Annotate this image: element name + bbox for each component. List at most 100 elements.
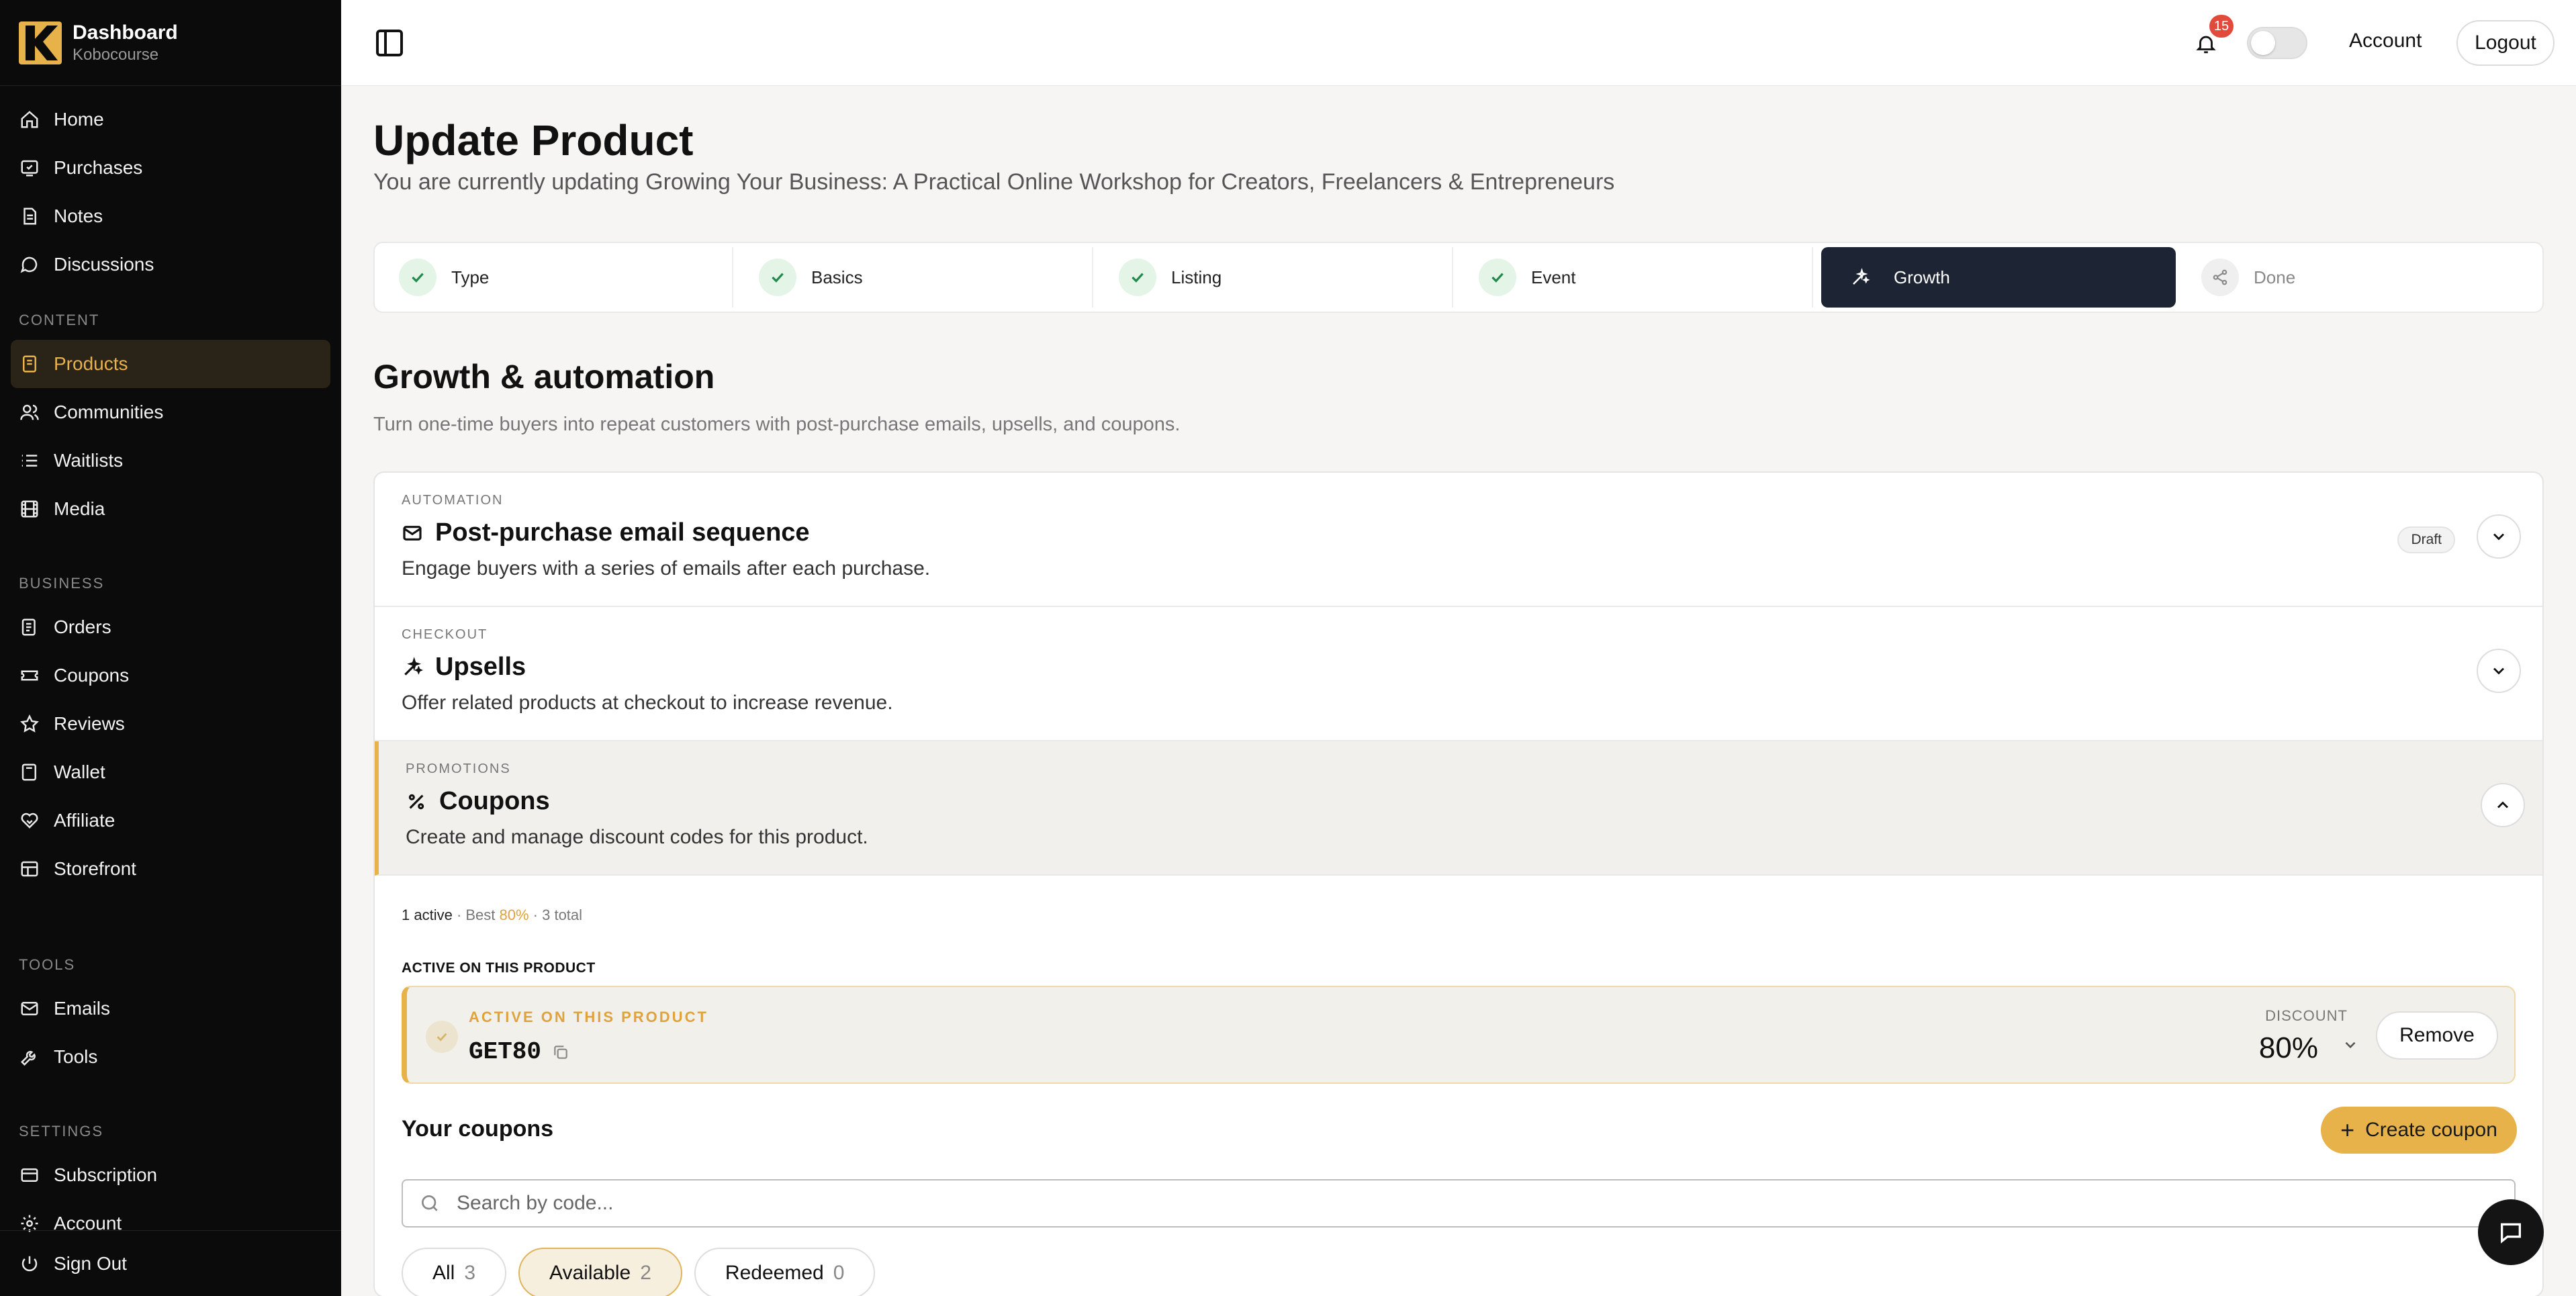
sidebar-item-label: Waitlists <box>54 450 124 471</box>
kobocourse-logo <box>19 21 62 64</box>
sidebar-item-coupons[interactable]: Coupons <box>0 651 341 700</box>
discount-label: DISCOUNT <box>2265 1007 2348 1024</box>
step-type[interactable]: Type <box>379 247 733 308</box>
sidebar-item-tools[interactable]: Tools <box>0 1033 341 1081</box>
purchases-icon <box>19 157 40 179</box>
brand[interactable]: Dashboard Kobocourse <box>0 0 341 86</box>
filter-count: 2 <box>640 1262 651 1284</box>
step-label: Listing <box>1171 267 1222 287</box>
chevron-up-icon <box>2497 801 2508 808</box>
sidebar-item-media[interactable]: Media <box>0 485 341 533</box>
sidebar-item-products[interactable]: Products <box>11 340 330 388</box>
sidebar-item-label: Coupons <box>54 665 130 686</box>
step-done[interactable]: Done <box>2181 247 2536 308</box>
accordion-title: Post-purchase email sequence <box>435 518 810 547</box>
section-subtitle: Turn one-time buyers into repeat custome… <box>373 414 1181 435</box>
wrench-icon <box>19 1046 40 1068</box>
coupon-code-wrap: GET80 <box>469 1038 569 1066</box>
sidebar-item-orders[interactable]: Orders <box>0 603 341 651</box>
expand-button[interactable] <box>2477 514 2521 559</box>
sidebar-item-label: Purchases <box>54 157 143 178</box>
orders-icon <box>19 616 40 638</box>
remove-button[interactable]: Remove <box>2376 1011 2498 1060</box>
sidebar-toggle-icon[interactable] <box>373 27 406 59</box>
step-event[interactable]: Event <box>1459 247 1813 308</box>
sidebar-item-subscription[interactable]: Subscription <box>0 1151 341 1199</box>
coupon-stats: 1 active · Best 80% · 3 total <box>402 907 582 924</box>
list-icon <box>19 450 40 471</box>
search-icon <box>422 1195 438 1211</box>
step-listing[interactable]: Listing <box>1099 247 1453 308</box>
copy-icon[interactable] <box>552 1044 569 1061</box>
create-coupon-label: Create coupon <box>2365 1119 2497 1141</box>
film-icon <box>19 498 40 520</box>
filter-redeemed[interactable]: Redeemed 0 <box>694 1248 876 1296</box>
users-icon <box>19 402 40 423</box>
sidebar-item-label: Communities <box>54 402 164 422</box>
chat-button[interactable] <box>2478 1199 2544 1265</box>
sidebar-item-label: Media <box>54 498 105 519</box>
collapse-button[interactable] <box>2481 783 2525 827</box>
active-card-label: ACTIVE ON THIS PRODUCT <box>469 1009 708 1025</box>
filter-label: Available <box>549 1262 631 1284</box>
sidebar-item-purchases[interactable]: Purchases <box>0 144 341 192</box>
theme-toggle[interactable] <box>2247 27 2307 59</box>
sidebar-section-tools: TOOLS <box>19 956 76 973</box>
accordion-description: Create and manage discount codes for thi… <box>406 826 868 848</box>
status-badge: Draft <box>2397 526 2455 553</box>
stats-best: 80% <box>499 907 529 923</box>
sidebar-item-home[interactable]: Home <box>0 95 341 144</box>
create-coupon-button[interactable]: + Create coupon <box>2321 1107 2517 1154</box>
ticket-icon <box>19 665 40 686</box>
sidebar-item-affiliate[interactable]: Affiliate <box>0 796 341 845</box>
sidebar-item-reviews[interactable]: Reviews <box>0 700 341 748</box>
sidebar-item-label: Wallet <box>54 761 105 782</box>
chevron-down-icon <box>2493 667 2504 675</box>
section-title: Growth & automation <box>373 358 715 396</box>
filter-label: All <box>432 1262 455 1284</box>
step-basics[interactable]: Basics <box>739 247 1093 308</box>
sidebar-item-emails[interactable]: Emails <box>0 984 341 1033</box>
notes-icon <box>19 205 40 227</box>
coupon-search <box>402 1179 2516 1228</box>
sidebar-item-label: Subscription <box>54 1164 158 1185</box>
sidebar-item-discussions[interactable]: Discussions <box>0 240 341 289</box>
sidebar-item-storefront[interactable]: Storefront <box>0 845 341 893</box>
sidebar-item-communities[interactable]: Communities <box>0 388 341 436</box>
sidebar-item-label: Notes <box>54 205 103 226</box>
power-icon <box>19 1253 40 1275</box>
chat-bubble-icon <box>19 254 40 275</box>
sidebar: Dashboard Kobocourse Home Purchases Note… <box>0 0 341 1296</box>
accordion-coupons[interactable]: PROMOTIONS Coupons Create and manage dis… <box>375 741 2542 876</box>
star-icon <box>19 713 40 735</box>
mail-icon <box>19 998 40 1019</box>
accordion-title-wrap: Upsells <box>402 653 526 682</box>
search-input[interactable] <box>457 1192 2337 1215</box>
accordion-kicker: PROMOTIONS <box>406 761 511 776</box>
discount-value: 80% <box>2258 1031 2318 1064</box>
check-icon <box>1119 259 1156 296</box>
filter-all[interactable]: All 3 <box>402 1248 507 1296</box>
accordion-email-sequence[interactable]: AUTOMATION Post-purchase email sequence … <box>375 473 2542 607</box>
accordion-title-wrap: Post-purchase email sequence <box>402 518 810 547</box>
account-link[interactable]: Account <box>2349 30 2422 52</box>
check-icon <box>426 1021 458 1053</box>
expand-button[interactable] <box>2477 649 2521 693</box>
step-label: Basics <box>811 267 863 287</box>
sign-out-button[interactable]: Sign Out <box>0 1231 341 1296</box>
logout-button[interactable]: Logout <box>2456 20 2555 66</box>
product-icon <box>19 353 40 375</box>
filter-available[interactable]: Available 2 <box>518 1248 682 1296</box>
notifications-badge: 15 <box>2209 15 2234 38</box>
accordion-description: Engage buyers with a series of emails af… <box>402 557 931 580</box>
sidebar-item-label: Home <box>54 109 104 130</box>
sidebar-item-waitlists[interactable]: Waitlists <box>0 436 341 485</box>
sidebar-item-notes[interactable]: Notes <box>0 192 341 240</box>
sidebar-item-label: Orders <box>54 616 111 637</box>
accordion-upsells[interactable]: CHECKOUT Upsells Offer related products … <box>375 607 2542 741</box>
sidebar-item-label: Tools <box>54 1046 98 1067</box>
step-growth[interactable]: Growth <box>1821 247 2176 308</box>
discount-dropdown[interactable] <box>2338 1033 2362 1057</box>
check-icon <box>759 259 796 296</box>
sidebar-item-wallet[interactable]: Wallet <box>0 748 341 796</box>
